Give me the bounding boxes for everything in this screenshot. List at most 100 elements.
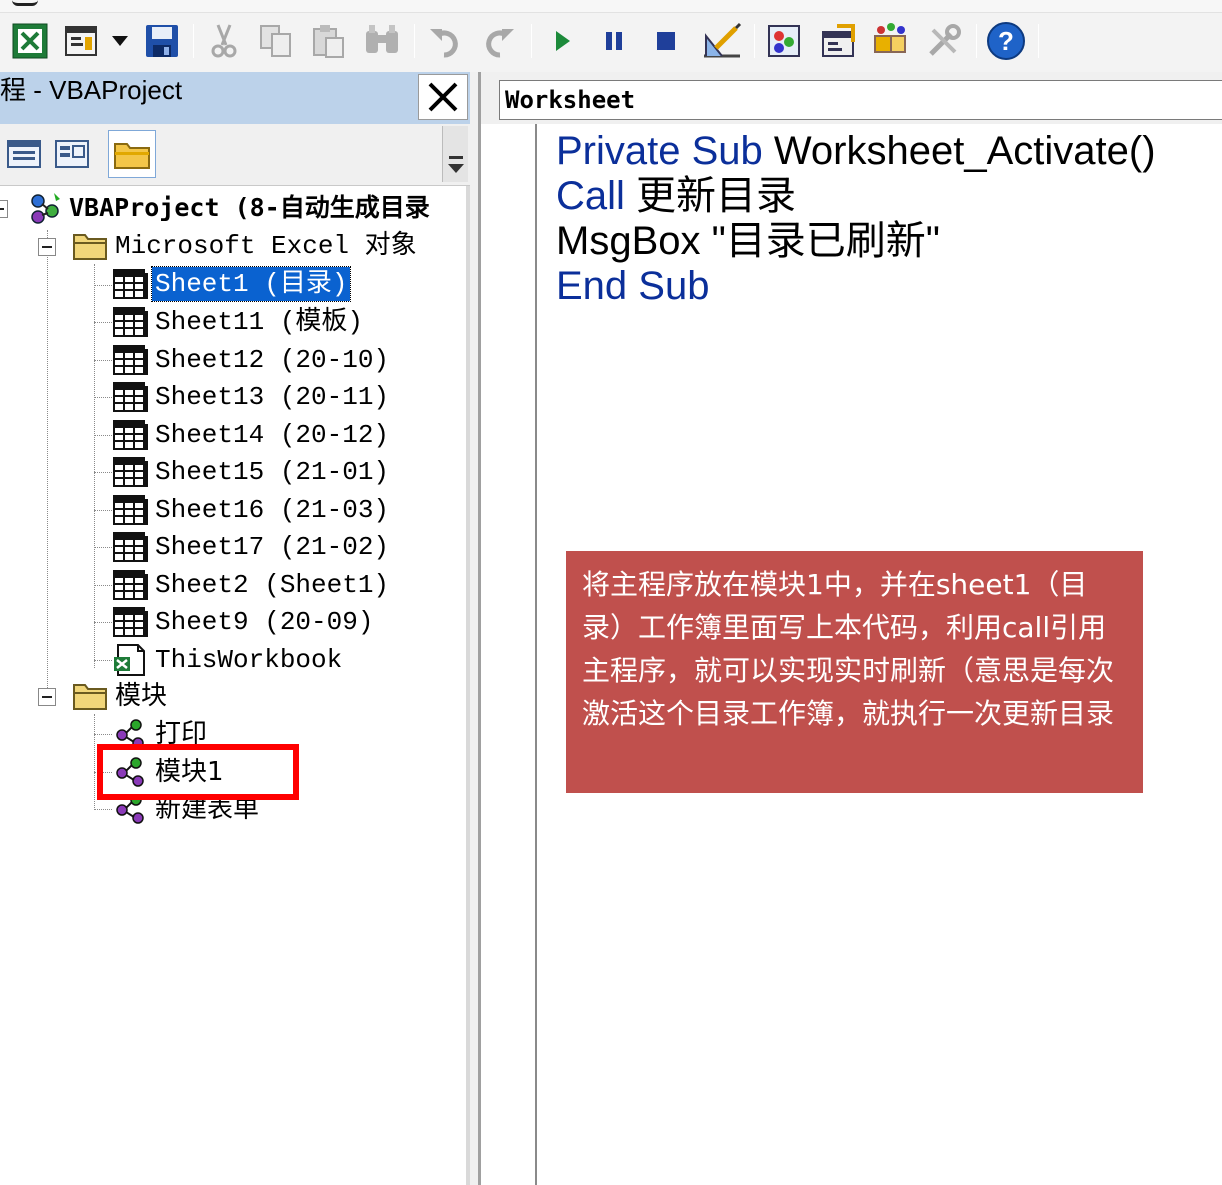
tree-label: VBAProject (8-自动生成目录 xyxy=(69,193,430,222)
code-keyword: End Sub xyxy=(556,264,710,308)
pane-splitter[interactable] xyxy=(466,186,470,1185)
worksheet-icon xyxy=(112,454,152,490)
tree-node-sheet[interactable]: Sheet1 (目录) xyxy=(112,266,352,302)
tree-label: Microsoft Excel 对象 xyxy=(115,231,417,261)
tree-node-sheet[interactable]: Sheet13 (20-11) xyxy=(112,379,392,415)
tree-node-sheet[interactable]: Sheet12 (20-10) xyxy=(112,342,392,378)
svg-text:?: ? xyxy=(998,26,1014,56)
toolbar-separator xyxy=(531,24,532,58)
code-text: MsgBox "目录已刷新" xyxy=(556,219,941,263)
view-object-button[interactable] xyxy=(48,130,96,178)
close-button[interactable] xyxy=(418,74,468,120)
dropdown-arrow-icon[interactable] xyxy=(100,20,140,62)
tree-connector xyxy=(94,660,112,661)
code-editor[interactable]: Private Sub Worksheet_Activate() Call 更新… xyxy=(556,128,1216,308)
tree-connector xyxy=(94,809,112,810)
code-keyword: Call xyxy=(556,174,625,218)
tree-connector xyxy=(94,622,112,623)
project-explorer-icon[interactable] xyxy=(764,20,804,62)
tree-label: Sheet17 (21-02) xyxy=(155,532,390,562)
workbook-icon xyxy=(112,642,152,678)
menu-bar-remnant xyxy=(0,0,1222,13)
insert-userform-icon[interactable] xyxy=(62,20,102,62)
folder-icon xyxy=(72,228,112,264)
annotation-text: 将主程序放在模块1中，并在sheet1（目录）工作簿里面写上本代码，利用call… xyxy=(582,568,1115,730)
annotation-callout: 将主程序放在模块1中，并在sheet1（目录）工作簿里面写上本代码，利用call… xyxy=(566,551,1143,793)
tree-connector xyxy=(94,510,112,511)
view-object-icon xyxy=(55,140,89,168)
code-keyword: Private Sub xyxy=(556,129,763,173)
tree-connector xyxy=(94,285,112,286)
worksheet-icon xyxy=(112,604,152,640)
tree-node-root[interactable]: VBAProject (8-自动生成目录 xyxy=(26,190,433,226)
object-combo-box[interactable]: Worksheet xyxy=(499,80,1222,120)
close-icon xyxy=(428,82,458,112)
excel-view-icon[interactable] xyxy=(10,20,50,62)
tree-label: Sheet9 (20-09) xyxy=(155,607,374,637)
folder-icon xyxy=(72,678,112,714)
project-pane-toolbar xyxy=(0,124,470,186)
tree-connector xyxy=(94,264,95,668)
worksheet-icon xyxy=(112,417,152,453)
worksheet-icon xyxy=(112,567,152,603)
project-pane-title-bar[interactable]: 工程 - VBAProject xyxy=(0,72,470,124)
tree-expander-modules[interactable] xyxy=(38,688,56,706)
code-margin-indicator-bar[interactable] xyxy=(481,124,537,1185)
tree-connector xyxy=(94,360,112,361)
find-icon[interactable] xyxy=(362,20,402,62)
tree-connector xyxy=(94,547,112,548)
highlight-box xyxy=(97,744,299,800)
help-icon[interactable]: ? xyxy=(986,20,1026,62)
undo-icon[interactable] xyxy=(426,20,466,62)
save-icon[interactable] xyxy=(142,20,182,62)
cut-icon[interactable] xyxy=(204,20,244,62)
standard-toolbar: ? xyxy=(0,0,1222,72)
toolbar-separator xyxy=(1038,24,1039,58)
code-text: 更新目录 xyxy=(624,174,797,218)
tree-node-sheet[interactable]: Sheet11 (模板) xyxy=(112,304,366,340)
tree-node-sheet[interactable]: Sheet14 (20-12) xyxy=(112,417,392,453)
tree-node-sheet[interactable]: Sheet17 (21-02) xyxy=(112,529,392,565)
copy-icon[interactable] xyxy=(256,20,296,62)
redo-icon[interactable] xyxy=(478,20,518,62)
code-window-header: Worksheet xyxy=(481,72,1222,124)
tree-node-sheet[interactable]: Sheet15 (21-01) xyxy=(112,454,392,490)
toolbox-icon[interactable] xyxy=(924,20,964,62)
view-code-button[interactable] xyxy=(0,130,48,178)
tree-label: Sheet13 (20-11) xyxy=(155,382,390,412)
tree-connector xyxy=(94,734,112,735)
tree-node-modules-folder[interactable]: 模块 xyxy=(72,678,170,714)
reset-icon[interactable] xyxy=(646,20,686,62)
worksheet-icon xyxy=(112,304,152,340)
code-line: End Sub xyxy=(556,263,1216,308)
tree-label: Sheet11 (模板) xyxy=(155,307,364,337)
tree-label: Sheet1 (目录) xyxy=(150,266,352,302)
toolbar-separator xyxy=(193,24,194,58)
worksheet-icon xyxy=(112,529,152,565)
toggle-folders-button[interactable] xyxy=(108,130,156,178)
tree-connector xyxy=(94,472,112,473)
code-line: MsgBox "目录已刷新" xyxy=(556,218,1216,263)
pane-scrollbar-stub[interactable] xyxy=(442,126,468,182)
object-browser-icon[interactable] xyxy=(870,20,910,62)
paste-icon[interactable] xyxy=(308,20,348,62)
tree-node-thisworkbook[interactable]: ThisWorkbook xyxy=(112,642,345,678)
tree-node-sheet[interactable]: Sheet16 (21-03) xyxy=(112,492,392,528)
code-line: Private Sub Worksheet_Activate() xyxy=(556,128,1216,173)
tree-node-sheet[interactable]: Sheet2 (Sheet1) xyxy=(112,567,392,603)
vbaproject-icon xyxy=(26,190,66,226)
project-tree: VBAProject (8-自动生成目录 Microsoft Excel 对象 … xyxy=(0,186,466,1185)
tree-label: Sheet12 (20-10) xyxy=(155,345,390,375)
tree-expander-excel-objects[interactable] xyxy=(38,238,56,256)
tree-expander-root[interactable] xyxy=(0,200,8,218)
design-mode-icon[interactable] xyxy=(702,20,742,62)
run-icon[interactable] xyxy=(542,20,582,62)
worksheet-icon xyxy=(112,342,152,378)
properties-window-icon[interactable] xyxy=(818,20,858,62)
tree-node-sheet[interactable]: Sheet9 (20-09) xyxy=(112,604,376,640)
worksheet-icon xyxy=(112,266,152,302)
toolbar-separator xyxy=(976,24,977,58)
worksheet-icon xyxy=(112,379,152,415)
break-icon[interactable] xyxy=(594,20,634,62)
tree-node-excel-objects[interactable]: Microsoft Excel 对象 xyxy=(72,228,420,264)
